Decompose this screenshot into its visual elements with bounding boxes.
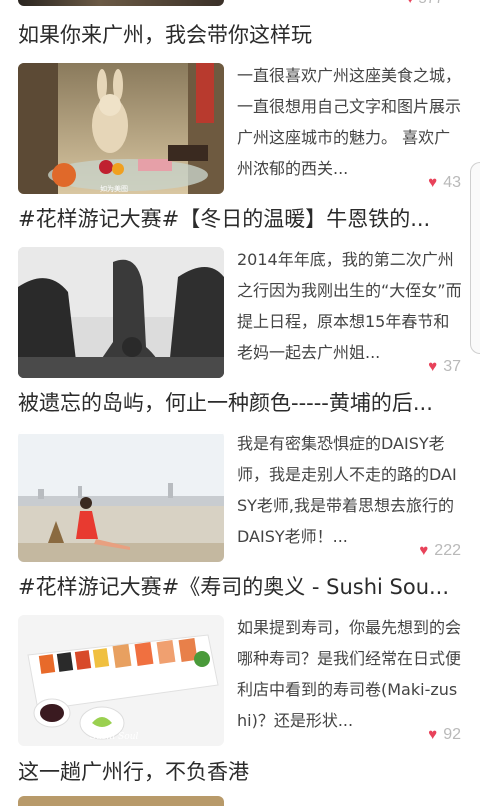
article-title[interactable]: 被遗忘的岛屿，何止一种颜色-----黄埔的后...: [18, 388, 464, 418]
previous-article-likes: ♥ 577: [406, 0, 443, 7]
article-thumbnail[interactable]: Sushi Soul: [18, 615, 224, 746]
article-title[interactable]: 这一趟广州行，不负香港: [18, 757, 464, 787]
article-thumbnail[interactable]: [18, 247, 224, 378]
article-card[interactable]: 如果你来广州，我会带你这样玩 如为美图 一直很喜欢广州这座美食之城，一直很想用自…: [0, 20, 480, 196]
like-count: 222: [434, 542, 461, 559]
article-card[interactable]: #花样游记大赛#《寿司的奥义 - Sushi Sou... Sushi Soul…: [0, 572, 480, 748]
article-likes[interactable]: ♥ 222: [415, 541, 461, 561]
article-likes[interactable]: ♥ 92: [424, 725, 461, 745]
article-excerpt: 我是有密集恐惧症的DAISY老师，我是走别人不走的路的DAISY老师,我是带着思…: [237, 434, 457, 546]
scrollbar[interactable]: [470, 162, 480, 354]
heart-icon: ♥: [406, 0, 414, 6]
article-likes[interactable]: ♥ 43: [424, 173, 461, 193]
article-thumbnail[interactable]: [18, 431, 224, 562]
article-card[interactable]: #花样游记大赛#【冬日的温暖】牛恩铁的... 2014年年底，我的第二次广州之行…: [0, 204, 480, 380]
heart-icon: ♥: [428, 358, 438, 375]
article-thumbnail[interactable]: [18, 796, 224, 806]
article-title[interactable]: #花样游记大赛#【冬日的温暖】牛恩铁的...: [18, 204, 464, 234]
like-count: 43: [443, 174, 461, 191]
article-excerpt: 一直很喜欢广州这座美食之城，一直很想用自己文字和图片展示广州这座城市的魅力。 喜…: [237, 66, 462, 178]
image-watermark: Sushi Soul: [90, 732, 138, 742]
article-card[interactable]: 被遗忘的岛屿，何止一种颜色-----黄埔的后... 我是有密集恐惧症的DAISY…: [0, 388, 480, 564]
heart-icon: ♥: [419, 542, 429, 559]
like-count: 92: [443, 726, 461, 743]
heart-icon: ♥: [428, 726, 438, 743]
article-title[interactable]: 如果你来广州，我会带你这样玩: [18, 20, 464, 50]
like-count: 37: [443, 358, 461, 375]
previous-article-thumbnail[interactable]: [18, 0, 224, 6]
heart-icon: ♥: [428, 174, 438, 191]
article-title[interactable]: #花样游记大赛#《寿司的奥义 - Sushi Sou...: [18, 572, 464, 602]
like-count: 577: [418, 0, 443, 7]
image-watermark: 如为美图: [100, 184, 128, 193]
article-excerpt: 2014年年底，我的第二次广州之行因为我刚出生的“大侄女”而提上日程，原本想15…: [237, 250, 462, 362]
article-thumbnail[interactable]: 如为美图: [18, 63, 224, 194]
article-excerpt: 如果提到寿司，你最先想到的会哪种寿司？是我们经常在日式便利店中看到的寿司卷(Ma…: [237, 618, 462, 730]
article-likes[interactable]: ♥ 37: [424, 357, 461, 377]
